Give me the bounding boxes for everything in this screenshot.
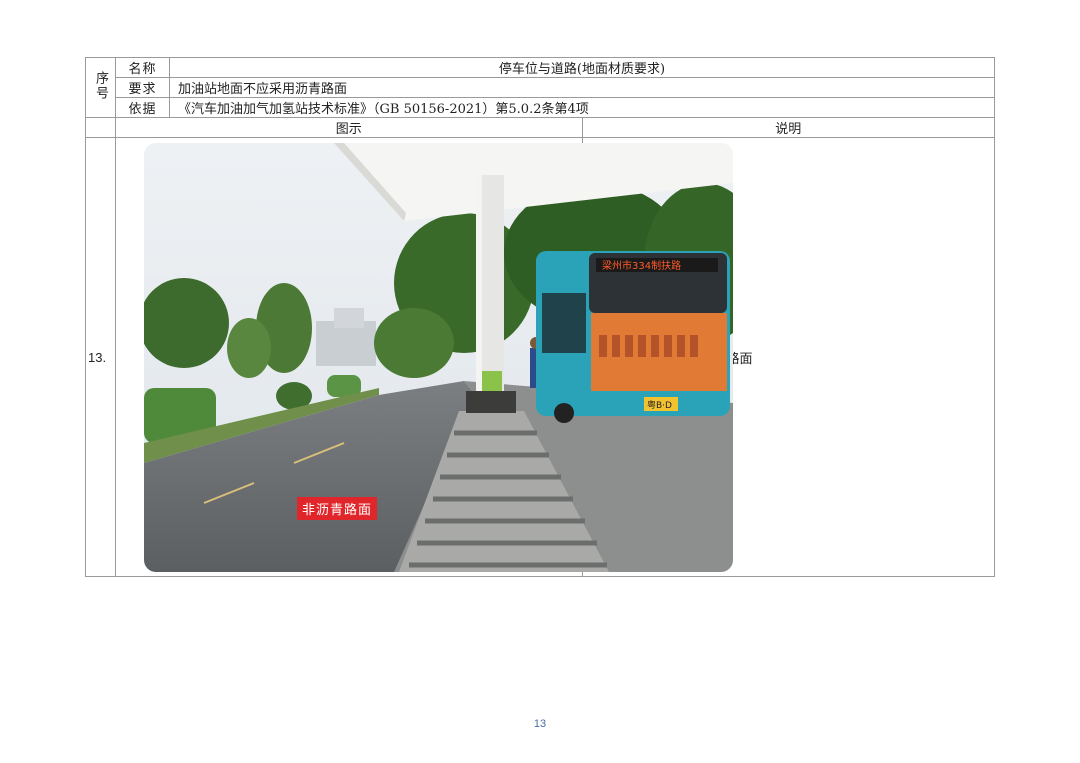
item-number: 13. [85, 137, 116, 577]
spec-table: 序号 名称 停车位与道路(地面材质要求) 要求 加油站地面不应采用沥青路面 依据… [85, 57, 995, 577]
row-requirement: 要求 加油站地面不应采用沥青路面 [86, 77, 995, 98]
value-basis: 《汽车加油加气加氢站技术标准》（GB 50156-2021）第5.0.2条第4项 [169, 97, 995, 118]
photo-cell: 梁州市334制扶路 粤B·D 非沥青路面 [115, 137, 733, 577]
key-name: 名称 [115, 57, 170, 78]
row-col-headers: 图示 说明 [85, 117, 995, 138]
bus-destination-sign: 梁州市334制扶路 [602, 259, 681, 272]
key-requirement: 要求 [115, 77, 170, 98]
value-requirement: 加油站地面不应采用沥青路面 [169, 77, 995, 98]
photo-label: 非沥青路面 [297, 497, 378, 520]
row-basis: 依据 《汽车加油加气加氢站技术标准》（GB 50156-2021）第5.0.2条… [86, 97, 995, 118]
blank-cell [85, 117, 116, 138]
key-basis: 依据 [115, 97, 170, 118]
row-item-13: 13. 梁州市334制扶路 粤B·D 非沥青路面 [85, 137, 995, 577]
value-name: 停车位与道路(地面材质要求) [169, 57, 995, 78]
row-name: 序号 名称 停车位与道路(地面材质要求) [85, 57, 995, 118]
bus-plate: 粤B·D [647, 399, 672, 411]
desc-col-header: 说明 [581, 117, 995, 138]
page-number: 13 [533, 718, 547, 730]
gas-station-photo: 梁州市334制扶路 粤B·D 非沥青路面 [144, 143, 733, 572]
image-col-header: 图示 [115, 117, 583, 138]
seq-header: 序号 [93, 70, 108, 101]
seq-header-cell: 序号 [85, 57, 116, 118]
